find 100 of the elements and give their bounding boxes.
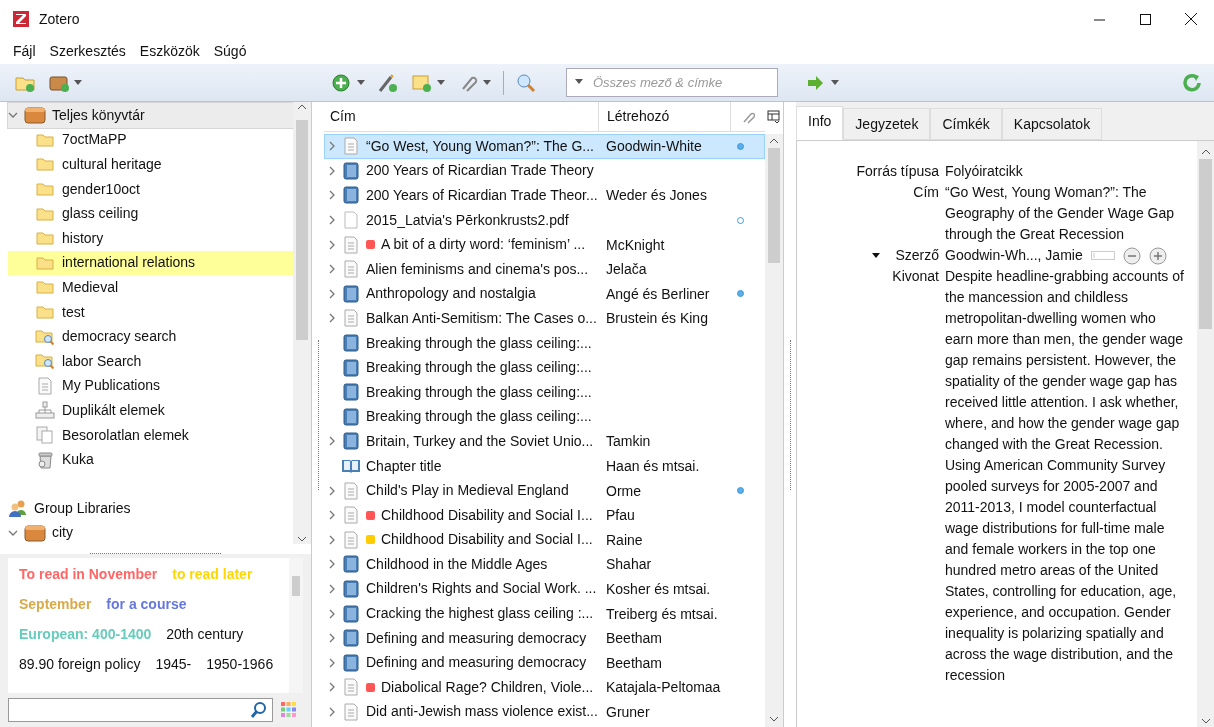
tag-filter-field[interactable]	[8, 698, 273, 722]
column-header[interactable]: Létrehozó	[599, 102, 731, 131]
scrollbar-thumb[interactable]	[292, 576, 300, 596]
collection-item[interactable]: city	[8, 520, 293, 544]
chevron-right-icon[interactable]	[327, 239, 337, 250]
item-row[interactable]: Defining and measuring democracy Beetham	[324, 650, 765, 676]
scroll-up-icon[interactable]	[1200, 147, 1211, 157]
item-row[interactable]: A bit of a dirty word: ‘feminism’ ... McKnight	[324, 232, 765, 257]
collection-item[interactable]: gender10oct	[8, 176, 293, 202]
item-row[interactable]: Breaking through the glass ceiling:...	[324, 379, 765, 405]
collection-item[interactable]: history	[8, 225, 293, 251]
tab[interactable]: Címkék	[930, 108, 1002, 140]
chevron-right-icon[interactable]	[327, 559, 337, 570]
field-mode-icon[interactable]	[1090, 251, 1115, 260]
item-row[interactable]: 200 Years of Ricardian Trade Theory	[324, 158, 765, 184]
field-value[interactable]: Folyóiratcikk	[945, 161, 1185, 182]
tag[interactable]: for a course	[106, 594, 187, 615]
item-row[interactable]: Childhood Disability and Social I... Pfau	[324, 502, 765, 528]
scroll-up-icon[interactable]	[297, 102, 307, 110]
item-row[interactable]: Balkan Anti-Semitism: The Cases o... Brustein és King	[324, 306, 765, 331]
item-row[interactable]: Britain, Turkey and the Soviet Unio... Tamkin	[324, 429, 765, 454]
collection-item[interactable]: 7octMaPP	[8, 127, 293, 153]
item-row[interactable]: Alien feminisms and cinema's pos... Jelača	[324, 256, 765, 282]
add-icon[interactable]	[331, 72, 353, 93]
chevron-right-icon[interactable]	[327, 288, 337, 299]
tab[interactable]: Kapcsolatok	[1001, 108, 1103, 140]
collection-item[interactable]: Kuka	[8, 447, 293, 472]
field-value[interactable]: “Go West, Young Woman?”: The Geography of the Gender Wage Gap through the Great Recession	[945, 182, 1185, 245]
item-row[interactable]: Child's Play in Medieval England Orme	[324, 478, 765, 503]
tag[interactable]: 20th century	[166, 624, 244, 645]
chevron-right-icon[interactable]	[327, 657, 337, 668]
collection-item[interactable]: democracy search	[8, 324, 293, 349]
item-row[interactable]: Breaking through the glass ceiling:...	[324, 404, 765, 430]
collection-item[interactable]: Duplikált elemek	[8, 398, 293, 423]
scrollbar[interactable]	[289, 558, 303, 693]
chevron-right-icon[interactable]	[327, 264, 337, 275]
chevron-right-icon[interactable]	[327, 313, 337, 324]
collection-item[interactable]: test	[8, 299, 293, 325]
chevron-right-icon[interactable]	[327, 190, 337, 201]
caret-icon[interactable]	[437, 79, 445, 86]
scrollbar-thumb[interactable]	[768, 148, 780, 263]
scrollbar[interactable]	[765, 134, 783, 727]
search-field[interactable]: Összes mező & címke	[566, 68, 778, 97]
item-row[interactable]: Did anti-Jewish mass violence exist... Gruner	[324, 699, 765, 725]
scrollbar[interactable]	[1197, 141, 1214, 727]
caret-icon[interactable]	[483, 79, 491, 86]
minus-icon[interactable]	[1122, 246, 1141, 265]
chevron-right-icon[interactable]	[327, 215, 337, 226]
chevron-right-icon[interactable]	[327, 682, 337, 693]
item-row[interactable]: Breaking through the glass ceiling:...	[324, 330, 765, 356]
collection-item[interactable]: labor Search	[8, 348, 293, 374]
chevron-right-icon[interactable]	[327, 706, 337, 717]
chevron-right-icon[interactable]	[327, 510, 337, 521]
item-row[interactable]: Anthropology and nostalgia Angé és Berliner	[324, 281, 765, 307]
scrollbar-thumb[interactable]	[296, 120, 308, 340]
caret-icon[interactable]	[575, 79, 583, 85]
item-row[interactable]: Cracking the highest glass ceiling :... Treiberg és mtsai.	[324, 601, 765, 626]
scrollbar[interactable]	[293, 102, 311, 544]
collection-item[interactable]: glass ceiling	[8, 201, 293, 226]
tag[interactable]: 1945-	[155, 654, 192, 675]
tab[interactable]: Info	[796, 106, 844, 140]
scrollbar-thumb[interactable]	[1199, 159, 1212, 329]
chevron-right-icon[interactable]	[327, 633, 337, 644]
item-row[interactable]: 200 Years of Ricardian Trade Theor... Weder és Jones	[324, 183, 765, 208]
field-value[interactable]: Goodwin-Wh..., Jamie	[945, 245, 1083, 266]
color-grid-icon[interactable]	[281, 702, 297, 718]
collection-item[interactable]: Medieval	[8, 275, 293, 300]
search-icon[interactable]	[516, 72, 538, 93]
caret-icon[interactable]	[74, 79, 82, 86]
caret-icon[interactable]	[831, 79, 839, 86]
menu-item[interactable]: Szerkesztés	[49, 40, 126, 62]
column-header[interactable]: Cím	[324, 102, 599, 131]
collection-item[interactable]: Teljes könyvtár	[8, 103, 293, 128]
wand-icon[interactable]	[377, 72, 399, 93]
item-row[interactable]: Childhood in the Middle Ages Shahar	[324, 552, 765, 577]
collection-item[interactable]: Besorolatlan elemek	[8, 422, 293, 448]
chevron-right-icon[interactable]	[327, 534, 337, 545]
field-value[interactable]: Despite headline-grabbing accounts of the mancession and childless metropolitan-dwelling women who earn more than men, the gender wage gap remains persistent. However, the spatiality of the gender wage gap has received little attention. I ask whether, where, and how the gender wage gap changed with the Great Recession. Using American Community Survey pooled surveys for 2005-2007 and 2011-2013, I model counterfactual wage distributions for full-time male and female workers in the top one hundred metro areas of the United States, controlling for education, age, experience, and occupation. Gender inequality is polarizing spatially and across the wage distribution, and the recession	[945, 266, 1185, 686]
collection-item[interactable]: cultural heritage	[8, 152, 293, 177]
item-row[interactable]: “Go West, Young Woman?”: The G... Goodwin-White	[324, 134, 765, 159]
item-row[interactable]: Children's Rights and Social Work. ... Kosher és mtsai.	[324, 576, 765, 602]
item-row[interactable]: Breaking through the glass ceiling:...	[324, 355, 765, 380]
item-row[interactable]: Diabolical Rage? Children, Viole... Katajala-Peltomaa	[324, 675, 765, 700]
chevron-right-icon[interactable]	[327, 485, 337, 496]
menu-item[interactable]: Eszközök	[139, 40, 200, 62]
chevron-right-icon[interactable]	[327, 608, 337, 619]
column-picker-icon[interactable]	[767, 110, 781, 124]
caret-icon[interactable]	[357, 79, 365, 86]
item-row[interactable]: Childhood Disability and Social I... Raine	[324, 527, 765, 553]
item-row[interactable]: Defining and measuring democracy Beetham	[324, 625, 765, 651]
chevron-right-icon[interactable]	[327, 141, 337, 152]
chevron-right-icon[interactable]	[327, 165, 337, 176]
chevron-right-icon[interactable]	[327, 436, 337, 447]
tab[interactable]: Jegyzetek	[843, 108, 931, 140]
collection-item[interactable]: international relations	[8, 250, 293, 276]
menu-item[interactable]: Fájl	[13, 40, 36, 62]
scroll-down-icon[interactable]	[297, 536, 307, 544]
sync-icon[interactable]	[1182, 72, 1204, 93]
collection-item[interactable]: My Publications	[8, 373, 293, 399]
plus-icon[interactable]	[1148, 246, 1167, 265]
